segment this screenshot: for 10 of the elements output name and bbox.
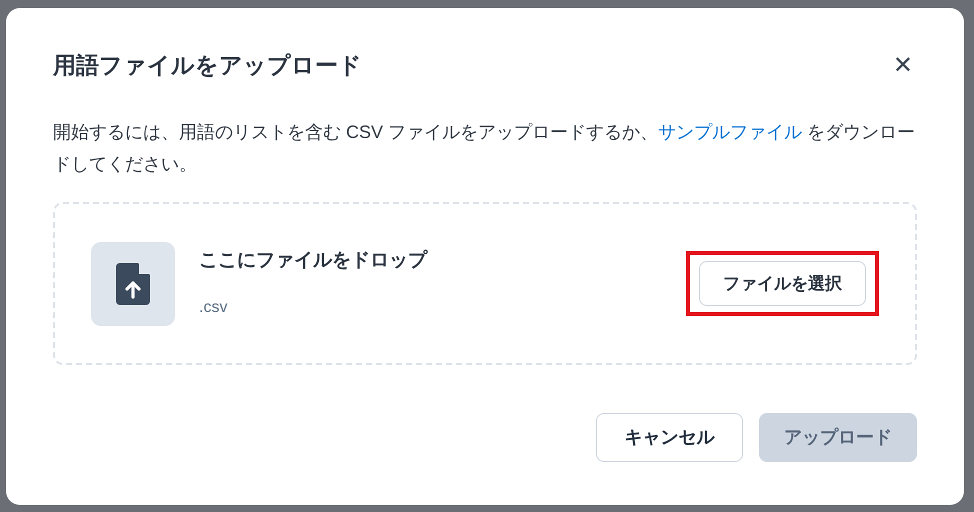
drop-zone[interactable]: ここにファイルをドロップ .csv ファイルを選択 [53, 202, 917, 365]
file-format-text: .csv [199, 298, 228, 318]
drop-heading: ここにファイルをドロップ [199, 248, 429, 274]
cancel-button[interactable]: キャンセル [596, 413, 743, 462]
choose-file-button[interactable]: ファイルを選択 [699, 260, 866, 306]
close-button[interactable]: ✕ [888, 52, 917, 80]
sample-file-link[interactable]: サンプルファイル [658, 122, 802, 142]
file-upload-icon [91, 242, 175, 326]
dialog-title: 用語ファイルをアップロード [53, 52, 362, 80]
description-text: 開始するには、用語のリストを含む CSV ファイルをアップロードするか、サンプルファイル をダウンロードしてください。 [53, 121, 916, 176]
